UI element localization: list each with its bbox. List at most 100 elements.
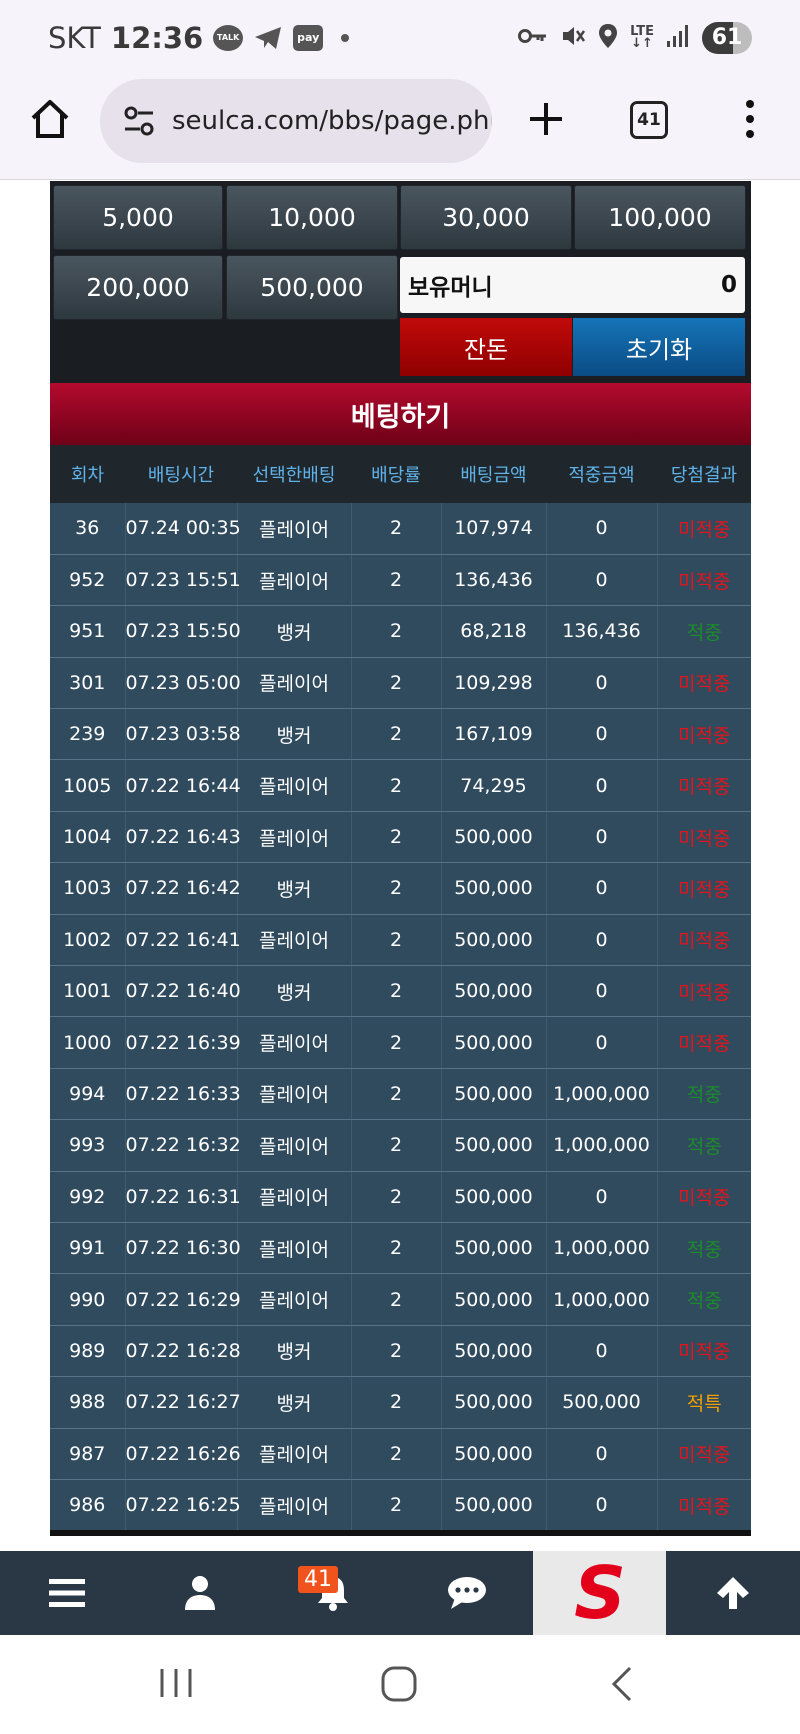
cell-result: 미적중 <box>657 1325 751 1378</box>
cell-odds: 2 <box>351 1068 442 1121</box>
cell-odds: 2 <box>351 965 442 1018</box>
cell-bet-time: 07.22 16:43 <box>125 811 241 864</box>
cell-bet-amount: 68,218 <box>441 605 547 658</box>
table-row: 1002 07.22 16:41 플레이어 2 500,000 0 미적중 <box>50 914 751 967</box>
cell-odds: 2 <box>351 1325 442 1378</box>
chat-icon <box>447 1577 486 1609</box>
place-bet-button[interactable]: 베팅하기 <box>50 383 751 445</box>
cell-round: 301 <box>50 657 126 710</box>
more-notifications-dot <box>341 33 350 42</box>
cell-result: 미적중 <box>657 862 751 915</box>
cell-win-amount: 500,000 <box>546 1376 658 1429</box>
cell-odds: 2 <box>351 657 442 710</box>
table-row: 990 07.22 16:29 플레이어 2 500,000 1,000,000 적중 <box>50 1273 751 1326</box>
menu-button[interactable] <box>0 1551 133 1635</box>
cell-round: 988 <box>50 1376 126 1429</box>
address-bar[interactable]: seulca.com/bbs/page.php <box>100 79 492 163</box>
cell-bet-amount: 500,000 <box>441 965 547 1018</box>
cell-win-amount: 0 <box>546 1479 658 1532</box>
cell-bet-time: 07.22 16:44 <box>125 759 241 812</box>
cell-odds: 2 <box>351 759 442 812</box>
more-vert-icon <box>746 100 754 138</box>
site-settings-icon[interactable] <box>122 104 156 138</box>
col-bet-time: 배팅시간 <box>125 445 237 503</box>
table-row: 992 07.22 16:31 플레이어 2 500,000 0 미적중 <box>50 1171 751 1223</box>
change-button[interactable]: 잔돈 <box>400 318 572 376</box>
cell-bet-amount: 109,298 <box>441 657 547 710</box>
bet-amount-panel: 5,000 10,000 30,000 100,000 200,000 500,… <box>50 181 751 383</box>
cell-bet-amount: 500,000 <box>441 1222 547 1275</box>
cell-bet-amount: 500,000 <box>441 1428 547 1480</box>
cell-win-amount: 0 <box>546 503 658 555</box>
location-icon <box>598 23 618 53</box>
cell-bet-amount: 500,000 <box>441 1325 547 1378</box>
cell-round: 987 <box>50 1428 126 1480</box>
table-row: 1005 07.22 16:44 플레이어 2 74,295 0 미적중 <box>50 759 751 812</box>
cell-round: 1003 <box>50 862 126 915</box>
cell-result: 미적중 <box>657 914 751 967</box>
cell-win-amount: 0 <box>546 914 658 967</box>
profile-button[interactable] <box>133 1551 266 1635</box>
cell-odds: 2 <box>351 503 442 555</box>
cell-bet-time: 07.24 00:35 <box>125 503 241 555</box>
chip-100000-button[interactable]: 100,000 <box>574 185 746 250</box>
plus-icon <box>530 103 562 135</box>
col-win-amount: 적중금액 <box>546 445 657 503</box>
cell-win-amount: 0 <box>546 1325 658 1378</box>
browser-menu-button[interactable] <box>735 97 765 141</box>
cell-selection: 플레이어 <box>237 1016 352 1069</box>
chip-10000-button[interactable]: 10,000 <box>226 185 398 250</box>
cell-odds: 2 <box>351 1222 442 1275</box>
cell-selection: 플레이어 <box>237 554 352 607</box>
cell-odds: 2 <box>351 708 442 761</box>
cell-bet-amount: 167,109 <box>441 708 547 761</box>
cell-win-amount: 0 <box>546 965 658 1018</box>
cell-odds: 2 <box>351 1273 442 1326</box>
cell-bet-time: 07.22 16:31 <box>125 1171 241 1223</box>
home-button[interactable] <box>28 97 72 141</box>
cell-odds: 2 <box>351 862 442 915</box>
cell-odds: 2 <box>351 1171 442 1223</box>
telegram-icon <box>253 25 283 51</box>
cell-selection: 플레이어 <box>237 811 352 864</box>
chip-30000-button[interactable]: 30,000 <box>400 185 572 250</box>
chip-500000-button[interactable]: 500,000 <box>226 255 398 320</box>
scroll-top-button[interactable] <box>666 1551 800 1635</box>
tab-switcher-button[interactable]: 41 <box>630 101 668 139</box>
site-logo: S <box>574 1558 626 1628</box>
chip-200000-button[interactable]: 200,000 <box>53 255 223 320</box>
cell-bet-time: 07.22 16:27 <box>125 1376 241 1429</box>
cell-odds: 2 <box>351 1479 442 1532</box>
cell-bet-amount: 500,000 <box>441 1016 547 1069</box>
balance-label: 보유머니 <box>408 275 493 301</box>
cell-bet-time: 07.22 16:40 <box>125 965 241 1018</box>
new-tab-button[interactable] <box>524 97 568 141</box>
cell-round: 986 <box>50 1479 126 1532</box>
table-row: 993 07.22 16:32 플레이어 2 500,000 1,000,000 적중 <box>50 1119 751 1172</box>
browser-toolbar: seulca.com/bbs/page.php 41 <box>0 75 800 180</box>
menu-icon <box>48 1579 85 1607</box>
back-button[interactable] <box>608 1665 636 1703</box>
cell-bet-amount: 500,000 <box>441 914 547 967</box>
site-logo-button[interactable]: S <box>533 1551 666 1635</box>
cell-bet-time: 07.22 16:28 <box>125 1325 241 1378</box>
chip-5000-button[interactable]: 5,000 <box>53 185 223 250</box>
cell-selection: 뱅커 <box>237 1376 352 1429</box>
recent-apps-button[interactable] <box>158 1665 194 1701</box>
cell-selection: 플레이어 <box>237 1479 352 1532</box>
cell-bet-amount: 500,000 <box>441 1171 547 1223</box>
table-row: 239 07.23 03:58 뱅커 2 167,109 0 미적중 <box>50 708 751 761</box>
table-header-row: 회차 배팅시간 선택한배팅 배당률 배팅금액 적중금액 당첨결과 <box>50 445 751 503</box>
table-row: 994 07.22 16:33 플레이어 2 500,000 1,000,000 적중 <box>50 1068 751 1121</box>
cell-bet-amount: 500,000 <box>441 1376 547 1429</box>
notifications-button[interactable] <box>266 1551 399 1635</box>
kakaotalk-icon: TALK <box>213 24 244 51</box>
cell-selection: 뱅커 <box>237 605 352 658</box>
url-text[interactable]: seulca.com/bbs/page.php <box>172 106 492 136</box>
reset-button[interactable]: 초기화 <box>573 318 745 376</box>
chat-button[interactable] <box>400 1551 533 1635</box>
home-nav-button[interactable] <box>380 1665 418 1703</box>
cell-selection: 플레이어 <box>237 657 352 710</box>
cell-result: 적중 <box>657 1273 751 1326</box>
cell-bet-time: 07.22 16:30 <box>125 1222 241 1275</box>
